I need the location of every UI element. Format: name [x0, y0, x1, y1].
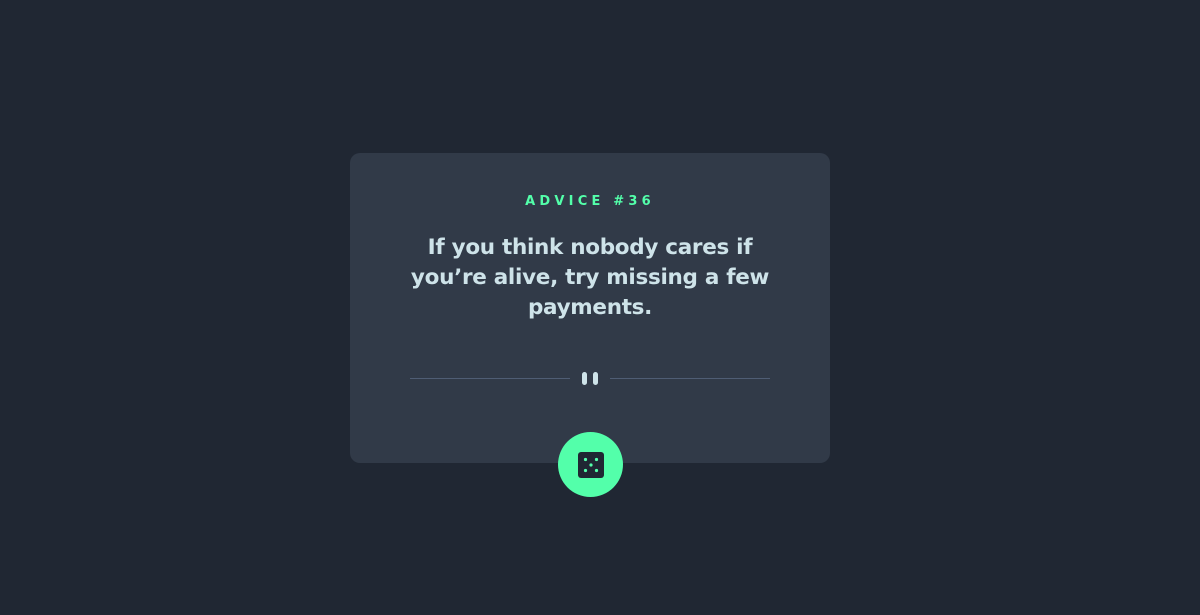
advice-card: ADVICE #36 If you think nobody cares if … [350, 153, 830, 463]
advice-id-label: ADVICE #36 [525, 194, 655, 209]
pattern-divider [410, 372, 770, 386]
divider-line-right [610, 378, 770, 379]
generate-advice-button[interactable] [558, 432, 623, 497]
pause-icon [582, 372, 598, 386]
divider-line-left [410, 378, 570, 379]
advice-quote-text: If you think nobody cares if you’re aliv… [410, 235, 770, 320]
dice-icon [577, 451, 604, 478]
